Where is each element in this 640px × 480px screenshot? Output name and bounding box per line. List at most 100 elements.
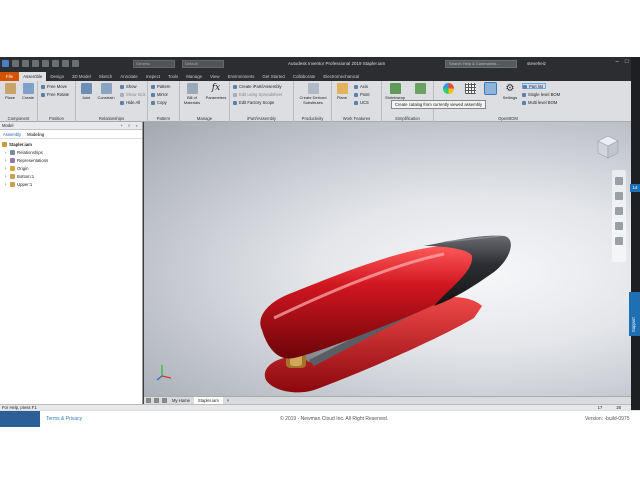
position-group-title: Position bbox=[49, 116, 64, 121]
component-group-title: Component bbox=[7, 116, 30, 121]
copy-button[interactable]: Copy bbox=[151, 100, 167, 106]
free-rotate-button[interactable]: Free Rotate bbox=[41, 92, 69, 98]
assembly-icon bbox=[2, 142, 7, 147]
productivity-group: Create Derived Substitutes Productivity bbox=[294, 81, 332, 122]
folder-icon bbox=[10, 166, 15, 171]
tab-get-started[interactable]: Get Started bbox=[258, 72, 288, 81]
productivity-group-title: Productivity bbox=[301, 116, 324, 121]
multi-level-bom-radio[interactable]: Multi level BOM bbox=[522, 100, 557, 106]
new-file-icon[interactable] bbox=[2, 60, 9, 67]
tree-node-representations[interactable]: › Representations bbox=[2, 157, 140, 165]
tab-modeling[interactable]: Modeling bbox=[24, 130, 47, 138]
support-tab[interactable]: Support bbox=[629, 292, 640, 336]
constrain-button[interactable]: Constrain bbox=[96, 83, 116, 100]
shrinkwrap-button[interactable]: Shrinkwrap bbox=[385, 83, 405, 100]
tab-collaborate[interactable]: Collaborate bbox=[289, 72, 319, 81]
point-button[interactable]: Point bbox=[354, 92, 370, 98]
open-icon[interactable] bbox=[12, 60, 19, 67]
full-navigation-wheel-icon[interactable] bbox=[615, 177, 623, 185]
arrange-icon[interactable] bbox=[162, 398, 167, 403]
mirror-button[interactable]: Mirror bbox=[151, 92, 168, 98]
parameters-button[interactable]: fx Parameters bbox=[204, 83, 228, 100]
create-ipart-button[interactable]: Create iPart/iAssembly bbox=[233, 84, 282, 90]
tree-node-bottom[interactable]: › Bottom:1 bbox=[2, 173, 140, 181]
tab-assemble[interactable]: Assemble bbox=[19, 72, 47, 81]
hide-all-button[interactable]: Hide All bbox=[120, 100, 140, 106]
free-move-button[interactable]: Free Move bbox=[41, 84, 67, 90]
tab-environments[interactable]: Environments bbox=[224, 72, 259, 81]
place-button[interactable]: Place bbox=[2, 83, 18, 100]
copyright-text: © 2019 - Newman Cloud Inc. All Right Res… bbox=[280, 416, 389, 422]
joint-button[interactable]: Joint bbox=[78, 83, 94, 100]
tab-sketch[interactable]: Sketch bbox=[95, 72, 116, 81]
bill-of-materials-button[interactable]: Bill of Materials bbox=[182, 83, 202, 105]
browser-header-icons[interactable]: + ≡ ⌕ bbox=[120, 122, 140, 130]
redo-icon[interactable] bbox=[42, 60, 49, 67]
tab-design[interactable]: Design bbox=[46, 72, 68, 81]
openbom-logo-button[interactable] bbox=[440, 83, 456, 95]
tab-inspect[interactable]: Inspect bbox=[142, 72, 164, 81]
appearance-combo[interactable]: Default bbox=[182, 60, 224, 68]
show-sick-button[interactable]: Show Sick bbox=[120, 92, 146, 98]
shrinkwrap-icon bbox=[389, 83, 401, 94]
tab-electromechanical[interactable]: Electromechanical bbox=[319, 72, 363, 81]
create-icon bbox=[22, 83, 34, 94]
place-icon bbox=[4, 83, 16, 94]
tab-assembly[interactable]: Assembly bbox=[0, 130, 24, 138]
openbom-group-title: OpenBOM bbox=[498, 116, 518, 121]
tab-3d-model[interactable]: 3D Model bbox=[68, 72, 95, 81]
grid-button[interactable] bbox=[462, 83, 478, 95]
create-button[interactable]: Create bbox=[20, 83, 36, 100]
select-icon[interactable] bbox=[72, 60, 79, 67]
3d-icon[interactable] bbox=[62, 60, 69, 67]
constrain-icon bbox=[100, 83, 112, 94]
position-group: Free Move Free Rotate Position bbox=[38, 81, 76, 122]
tree-node-relationships[interactable]: › Relationships bbox=[2, 149, 140, 157]
settings-button[interactable]: ⚙ Settings bbox=[500, 83, 520, 100]
material-combo[interactable]: Generic bbox=[133, 60, 175, 68]
help-search-input[interactable]: Search Help & Commands... bbox=[445, 60, 517, 68]
ucs-button[interactable]: UCS bbox=[354, 100, 369, 106]
fx-icon: fx bbox=[211, 83, 221, 93]
version-text: Version: -build-0975 bbox=[585, 416, 630, 422]
orbit-icon[interactable] bbox=[615, 222, 623, 230]
zoom-icon[interactable] bbox=[615, 207, 623, 215]
tree-node-root[interactable]: Stapler.iam bbox=[2, 141, 140, 149]
save-icon[interactable] bbox=[22, 60, 29, 67]
simplify-button[interactable] bbox=[412, 83, 428, 95]
terms-privacy-link[interactable]: Terms & Privacy bbox=[46, 416, 82, 422]
part-list-radio[interactable]: Part list bbox=[522, 83, 546, 89]
manage-group: Bill of Materials fx Parameters Manage bbox=[180, 81, 230, 122]
tab-manage[interactable]: Manage bbox=[182, 72, 206, 81]
tab-tools[interactable]: Tools bbox=[164, 72, 182, 81]
create-derived-substitutes-button[interactable]: Create Derived Substitutes bbox=[296, 83, 330, 105]
show-button[interactable]: Show bbox=[120, 84, 136, 90]
undo-icon[interactable] bbox=[32, 60, 39, 67]
tree-node-origin[interactable]: › Origin bbox=[2, 165, 140, 173]
tile-icon[interactable] bbox=[146, 398, 151, 403]
cascade-icon[interactable] bbox=[154, 398, 159, 403]
ipart-group: Create iPart/iAssembly Edit using Spread… bbox=[230, 81, 294, 122]
axis-button[interactable]: Axis bbox=[354, 84, 368, 90]
tab-annotate[interactable]: Annotate bbox=[116, 72, 142, 81]
create-catalog-button[interactable] bbox=[482, 82, 498, 95]
single-level-bom-radio[interactable]: Single level BOM bbox=[522, 92, 560, 98]
component-group: Place Create Component bbox=[0, 81, 38, 122]
view-cube-icon[interactable] bbox=[592, 132, 622, 162]
edit-spreadsheet-button[interactable]: Edit using Spreadsheet bbox=[233, 92, 282, 98]
look-at-icon[interactable] bbox=[615, 237, 623, 245]
pan-icon[interactable] bbox=[615, 192, 623, 200]
tab-file[interactable]: File bbox=[0, 72, 20, 81]
minimize-icon[interactable]: – bbox=[616, 59, 619, 65]
pattern-button[interactable]: Pattern bbox=[151, 84, 171, 90]
user-name[interactable]: steveheiz bbox=[527, 61, 546, 66]
tab-view[interactable]: View bbox=[206, 72, 223, 81]
edit-factory-scope-button[interactable]: Edit Factory Scope bbox=[233, 100, 274, 106]
home-icon[interactable] bbox=[52, 60, 59, 67]
graphics-viewport[interactable] bbox=[144, 122, 631, 396]
manage-group-title: Manage bbox=[196, 116, 213, 121]
notification-badge[interactable]: 14 bbox=[630, 184, 640, 192]
maximize-icon[interactable]: □ bbox=[625, 59, 629, 65]
plane-button[interactable]: Plane bbox=[334, 83, 350, 100]
tree-node-upper[interactable]: › Upper:1 bbox=[2, 181, 140, 189]
